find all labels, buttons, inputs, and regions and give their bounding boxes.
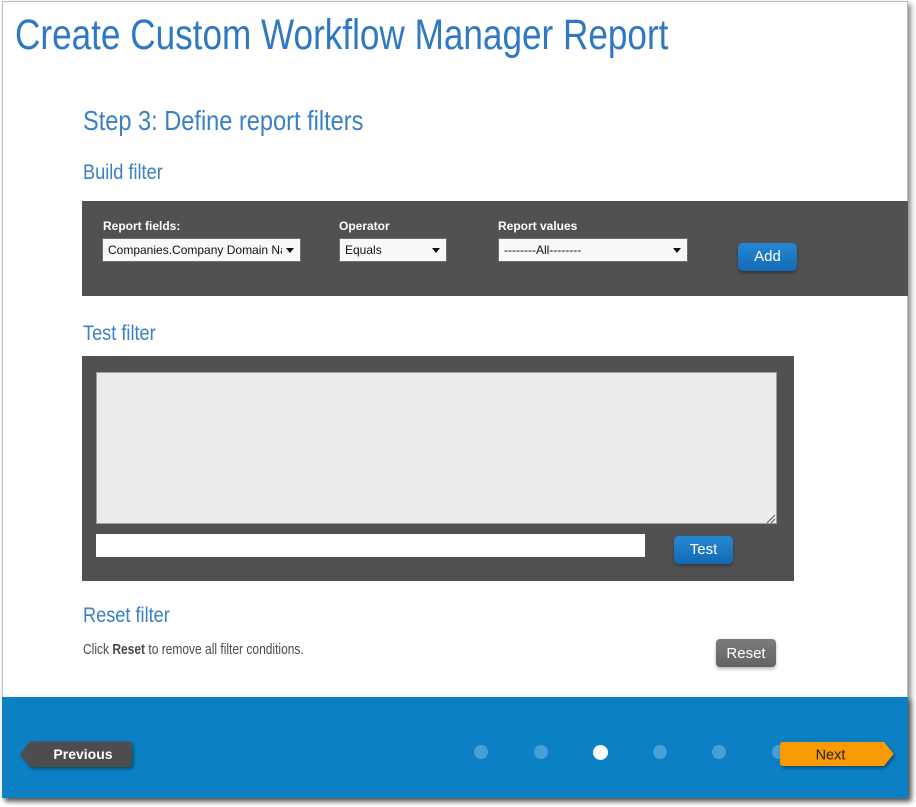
svg-text:Previous: Previous xyxy=(53,746,112,762)
svg-text:Next: Next xyxy=(816,748,846,764)
